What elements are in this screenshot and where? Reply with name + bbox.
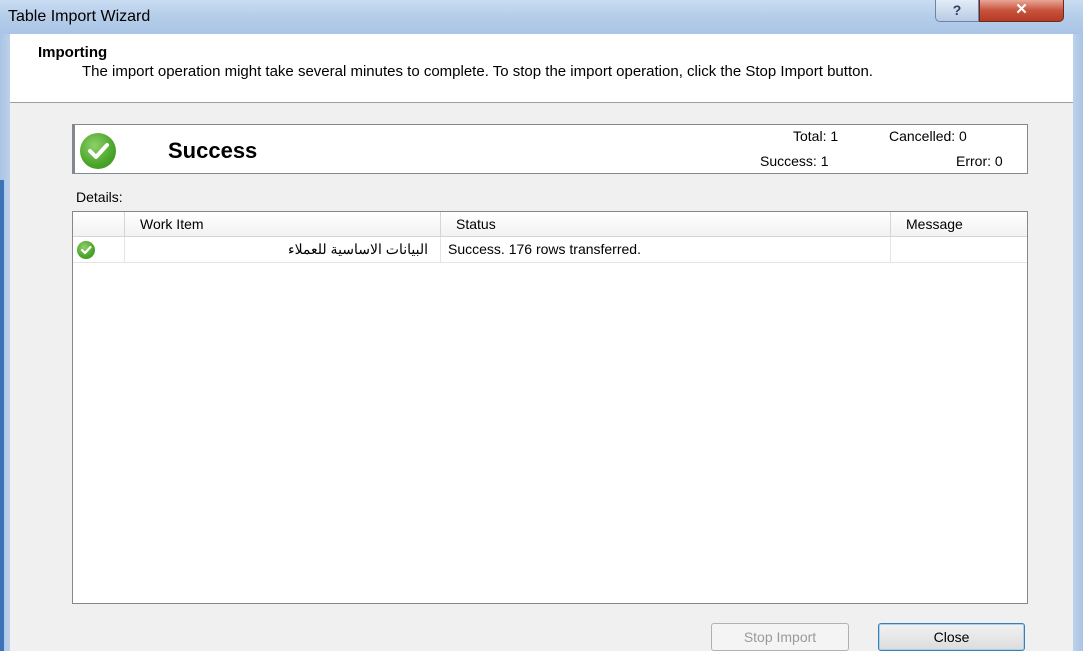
status-heading: Success [168,138,258,163]
close-icon: ✕ [1015,1,1028,18]
window-title: Table Import Wizard [8,8,151,25]
window-frame-right [1073,34,1083,651]
total-count: Total: 1 [793,128,839,144]
column-divider [124,212,125,236]
wizard-header: Importing The import operation might tak… [10,34,1073,103]
column-divider [440,212,441,236]
success-check-icon [77,241,95,259]
column-header-status[interactable]: Status [456,212,496,236]
page-title: Importing [38,44,108,61]
close-button[interactable]: Close [878,623,1025,651]
help-icon: ? [952,2,962,18]
cell-divider [890,237,891,262]
details-label: Details: [76,189,123,205]
error-count: Error: 0 [956,153,1003,169]
window-close-button[interactable]: ✕ [979,0,1064,22]
success-check-icon [80,133,116,169]
column-header-work-item[interactable]: Work Item [140,212,204,236]
work-item-cell: البيانات الاساسية للعملاء [287,241,428,257]
success-count: Success: 1 [760,153,829,169]
window-frame-edge [0,180,4,651]
stop-import-button[interactable]: Stop Import [711,623,849,651]
cell-divider [440,237,441,262]
title-bar: Table Import Wizard ? ✕ [0,0,1083,34]
column-divider [890,212,891,236]
cell-divider [124,237,125,262]
help-button[interactable]: ? [935,0,979,22]
details-table-header [73,212,1027,237]
status-cell: Success. 176 rows transferred. [448,241,641,257]
page-description: The import operation might take several … [82,63,873,80]
column-header-message[interactable]: Message [906,212,963,236]
cancelled-count: Cancelled: 0 [889,128,967,144]
details-table[interactable] [72,211,1028,604]
